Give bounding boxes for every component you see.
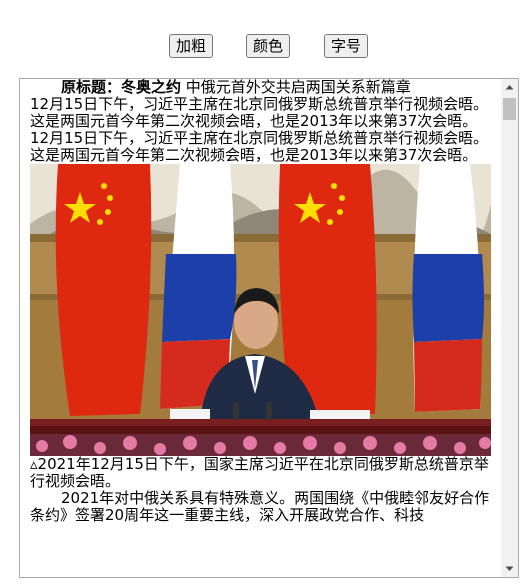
article-scroll-panel[interactable]: 原标题：冬奥之约 中俄元首外交共启两国关系新篇章 12月15日下午，习近平主席在…: [19, 78, 519, 578]
article-headline: 原标题：冬奥之约 中俄元首外交共启两国关系新篇章: [30, 79, 492, 96]
vertical-scrollbar[interactable]: [501, 79, 518, 577]
source-label: 原标题：冬奥之约: [61, 78, 182, 96]
news-photo-illustration: [30, 164, 491, 456]
news-photo: [30, 164, 491, 456]
photo-caption: ▵2021年12月15日下午，国家主席习近平在北京同俄罗斯总统普京举行视频会晤。: [30, 455, 489, 490]
article-paragraph: 2021年对中俄关系具有特殊意义。两国围绕《中俄睦邻友好合作条约》签署20周年这…: [30, 489, 490, 524]
bold-button[interactable]: 加粗: [169, 34, 213, 58]
source-title: 中俄元首外交共启两国关系新篇章: [181, 78, 411, 96]
scroll-down-arrow-icon[interactable]: [501, 560, 518, 577]
scrollbar-thumb[interactable]: [503, 98, 516, 120]
format-toolbar: 加粗 颜色 字号: [0, 34, 530, 60]
article-paragraph: 12月15日下午，习近平主席在北京同俄罗斯总统普京举行视频会晤。这是两国元首今年…: [30, 129, 489, 164]
flag-china-left: [55, 164, 152, 416]
article-paragraph: 12月15日下午，习近平主席在北京同俄罗斯总统普京举行视频会晤。这是两国元首今年…: [30, 95, 489, 130]
scroll-up-arrow-icon[interactable]: [501, 79, 518, 96]
font-size-button[interactable]: 字号: [324, 34, 368, 58]
article-content: 原标题：冬奥之约 中俄元首外交共启两国关系新篇章 12月15日下午，习近平主席在…: [30, 79, 492, 524]
color-button[interactable]: 颜色: [246, 34, 290, 58]
